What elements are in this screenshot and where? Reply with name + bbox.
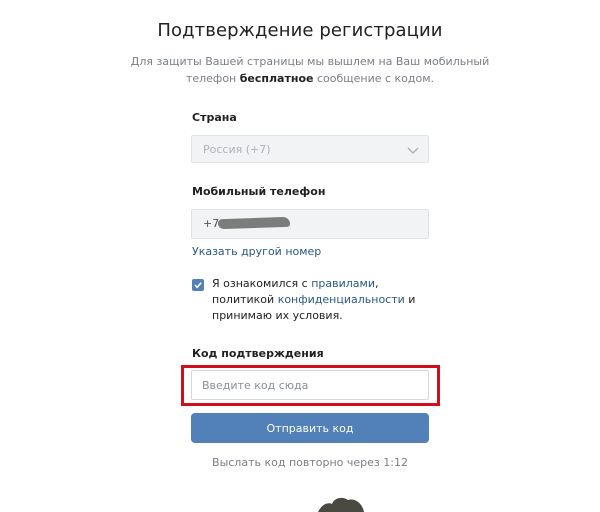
- subtitle-bold-text: бесплатное: [239, 72, 314, 85]
- rules-link[interactable]: правилами: [311, 277, 375, 290]
- agreement-checkbox[interactable]: [192, 279, 204, 291]
- phone-prefix: +7: [203, 217, 220, 230]
- code-input[interactable]: [191, 370, 429, 400]
- chevron-down-icon: [406, 142, 420, 156]
- resend-timer-text: Выслать код повторно через 1:12: [212, 456, 408, 469]
- submit-code-button[interactable]: Отправить код: [191, 413, 429, 443]
- phone-redaction-mark: [217, 216, 291, 230]
- page-title: Подтверждение регистрации: [157, 20, 443, 41]
- agreement-text: Я ознакомился с правилами, политикой кон…: [212, 276, 442, 324]
- privacy-link[interactable]: конфиденциальности: [278, 293, 405, 306]
- change-number-link[interactable]: Указать другой номер: [192, 245, 321, 258]
- country-label: Страна: [192, 111, 237, 124]
- phone-field: +7: [191, 209, 429, 239]
- country-select[interactable]: Россия (+7): [191, 135, 429, 163]
- checkmark-icon: [194, 282, 202, 289]
- country-select-value: Россия (+7): [203, 143, 271, 156]
- cropped-illustration: [318, 497, 364, 512]
- phone-label: Мобильный телефон: [192, 185, 326, 198]
- agreement-text-part1: Я ознакомился с: [212, 277, 312, 290]
- subtitle-text-part2: сообщение с кодом.: [313, 72, 435, 85]
- registration-confirmation-page: Подтверждение регистрации Для защиты Ваш…: [0, 0, 600, 512]
- code-label: Код подтверждения: [192, 347, 324, 360]
- page-subtitle: Для защиты Вашей страницы мы вышлем на В…: [120, 53, 500, 87]
